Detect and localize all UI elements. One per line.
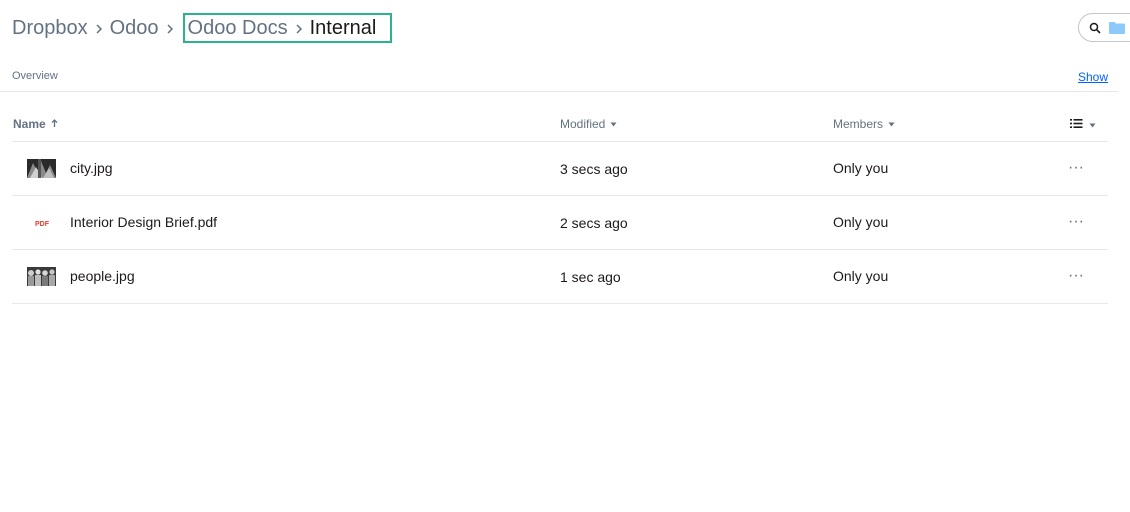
more-options-button[interactable]: ··· [1068,159,1084,177]
column-header-name-label: Name [13,117,46,131]
breadcrumb: Dropbox Odoo Odoo Docs Internal [12,13,393,43]
people-image-thumbnail [27,267,56,286]
column-header-modified-label: Modified [560,117,606,131]
breadcrumb-highlight-box: Odoo Docs Internal [182,13,393,43]
overview-bar: Overview Show [12,70,1108,92]
more-options-button[interactable]: ··· [1068,267,1084,285]
chevron-right-icon [159,20,181,37]
column-header-members-label: Members [833,117,884,131]
show-overview-link[interactable]: Show [1078,70,1108,84]
caret-down-icon [610,120,617,129]
column-header-modified[interactable]: Modified [560,117,617,131]
caret-down-icon [888,120,895,129]
file-members: Only you [833,214,889,230]
divider [0,91,1118,92]
city-image-thumbnail [27,159,56,178]
file-name[interactable]: city.jpg [70,160,113,176]
folder-icon [1109,21,1125,34]
chevron-right-icon [88,20,110,37]
file-name[interactable]: people.jpg [70,268,135,284]
overview-label: Overview [12,70,58,82]
file-members: Only you [833,160,889,176]
file-modified: 3 secs ago [560,161,628,177]
file-modified: 1 sec ago [560,269,621,285]
file-modified: 2 secs ago [560,215,628,231]
more-options-button[interactable]: ··· [1068,213,1084,231]
file-table: Name Modified Members city.jpg 3 secs ag… [12,106,1108,304]
column-header-name[interactable]: Name [13,117,58,131]
chevron-right-icon [288,20,310,37]
search-icon [1089,22,1101,34]
search-input[interactable] [1078,13,1130,42]
view-options-button[interactable] [1070,118,1096,132]
list-view-icon [1070,118,1083,132]
table-row[interactable]: people.jpg 1 sec ago Only you ··· [12,250,1108,304]
breadcrumb-item-dropbox[interactable]: Dropbox [12,17,88,40]
table-header: Name Modified Members [12,106,1108,142]
dropbox-file-browser: Dropbox Odoo Odoo Docs Internal Overview… [0,0,1130,512]
table-row[interactable]: city.jpg 3 secs ago Only you ··· [12,142,1108,196]
sort-ascending-icon [51,118,58,130]
breadcrumb-item-odoo[interactable]: Odoo [110,17,159,40]
caret-down-icon [1089,121,1096,130]
file-members: Only you [833,268,889,284]
table-row[interactable]: PDF Interior Design Brief.pdf 2 secs ago… [12,196,1108,250]
file-name[interactable]: Interior Design Brief.pdf [70,214,217,230]
column-header-members[interactable]: Members [833,117,895,131]
pdf-file-icon: PDF [35,220,49,228]
breadcrumb-item-odoo-docs[interactable]: Odoo Docs [188,17,288,40]
breadcrumb-item-internal: Internal [309,16,377,39]
